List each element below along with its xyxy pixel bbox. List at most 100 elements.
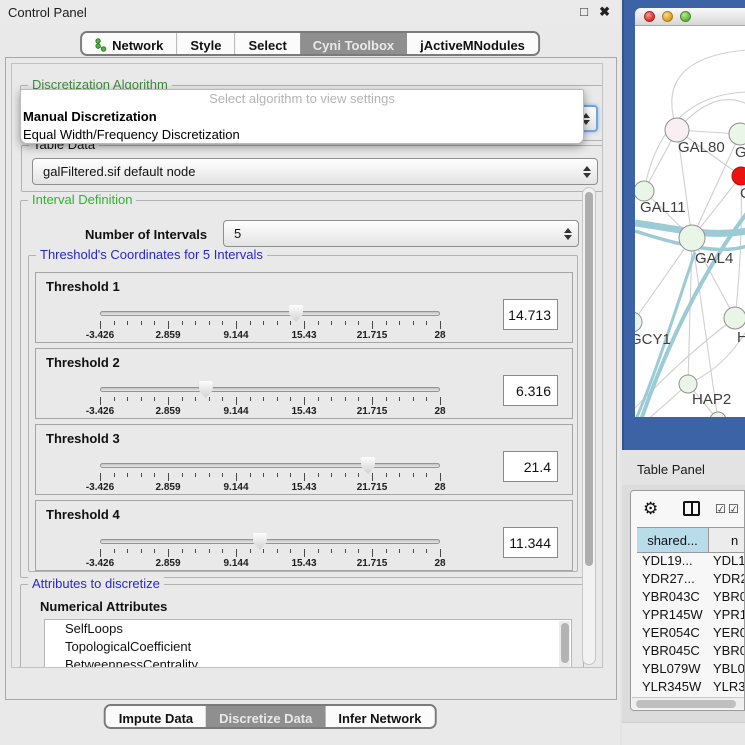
tab-discretize-data[interactable]: Discretize Data (206, 706, 325, 727)
table-row[interactable]: YBR043CYBR0 (637, 589, 745, 607)
minimize-traffic-light-icon[interactable] (662, 11, 673, 22)
threshold-3-value-field[interactable]: 21.4 (503, 451, 558, 482)
network-node-ga[interactable] (729, 123, 745, 145)
table-header-row: shared... n (637, 527, 745, 553)
close-traffic-light-icon[interactable] (644, 11, 655, 22)
cyni-toolbox-panel: Discretization Algorithm Select algorith… (5, 57, 617, 700)
table-row[interactable]: YER054CYER0 (637, 625, 745, 643)
table-cell: YLR3 (709, 679, 745, 697)
scrollbar-thumb[interactable] (561, 623, 569, 663)
settings-viewport: Discretization Algorithm Select algorith… (11, 63, 603, 668)
network-node-c[interactable] (732, 167, 745, 185)
network-node-gcy1[interactable] (635, 312, 642, 332)
threshold-3-box: Threshold 3 -3.4262.8599.14415.4321.7152… (35, 424, 573, 495)
group-legend: Interval Definition (28, 192, 136, 207)
threshold-2-slider[interactable]: -3.4262.8599.14415.4321.71528 (100, 387, 440, 418)
status-strip (622, 722, 745, 745)
spinner-arrows-icon[interactable] (558, 221, 578, 246)
attribute-item[interactable]: BetweennessCentrality (45, 656, 571, 668)
slider-thumb[interactable] (361, 457, 375, 474)
dropdown-item-equal-width-frequency[interactable]: Equal Width/Frequency Discretization (21, 126, 583, 144)
slider-track[interactable] (100, 311, 440, 316)
slider-track[interactable] (100, 539, 440, 544)
slider-ticks (100, 321, 440, 329)
table-cell: YPR1 (709, 607, 745, 625)
slider-tick-labels: -3.4262.8599.14415.4321.71528 (100, 330, 440, 342)
table-panel: ⚙ ☑ ☑ shared... n YDL19...YDL1YDR27...YD… (630, 490, 745, 711)
tab-jactivemnodules[interactable]: jActiveMNodules (407, 33, 538, 54)
slider-tick-labels: -3.4262.8599.14415.4321.71528 (100, 406, 440, 418)
slider-tick-labels: -3.4262.8599.14415.4321.71528 (100, 482, 440, 494)
dropdown-item-manual-discretization[interactable]: Manual Discretization (21, 108, 583, 126)
threshold-4-value-field[interactable]: 11.344 (503, 527, 558, 558)
network-canvas[interactable]: GAL80GACGAL11GAL4GCY1HHAP2 (635, 26, 745, 417)
network-node-gal4[interactable] (679, 225, 705, 251)
attribute-item[interactable]: TopologicalCoefficient (45, 638, 571, 656)
table-row[interactable]: YDL19...YDL1 (637, 553, 745, 571)
node-label: GCY1 (635, 331, 671, 348)
slider-thumb[interactable] (289, 305, 303, 322)
attribute-item[interactable]: SelfLoops (45, 620, 571, 638)
gear-icon[interactable]: ⚙ (643, 499, 658, 519)
threshold-label: Threshold 3 (46, 431, 120, 446)
slider-ticks (100, 473, 440, 481)
tab-cyni-toolbox[interactable]: Cyni Toolbox (300, 33, 407, 54)
table-data-combobox[interactable]: galFiltered.sif default node (32, 158, 598, 185)
table-cell: YBR043C (637, 589, 709, 607)
table-row[interactable]: YDR27...YDR2 (637, 571, 745, 589)
numerical-attributes-list[interactable]: SelfLoopsTopologicalCoefficientBetweenne… (44, 619, 572, 668)
tab-infer-network[interactable]: Infer Network (325, 706, 434, 727)
table-cell: YBL0 (709, 661, 745, 679)
threshold-2-value-field[interactable]: 6.316 (503, 375, 558, 406)
table-cell: YPR145W (637, 607, 709, 625)
slider-track[interactable] (100, 387, 440, 392)
attributes-list-scrollbar[interactable] (559, 621, 570, 668)
table-cell: YDL19... (637, 553, 709, 571)
slider-thumb[interactable] (199, 381, 213, 398)
tab-style[interactable]: Style (176, 33, 234, 54)
dropdown-prompt[interactable]: Select algorithm to view settings (21, 90, 583, 108)
node-label: GA (735, 144, 745, 161)
table-row[interactable]: YBL079WYBL0 (637, 661, 745, 679)
tab-network[interactable]: Network (82, 33, 176, 54)
scrollbar-thumb[interactable] (636, 700, 736, 708)
node-attribute-table: shared... n YDL19...YDL1YDR27...YDR2YBR0… (637, 527, 745, 711)
scrollbar-thumb[interactable] (585, 192, 593, 566)
table-row[interactable]: YLR345WYLR3 (637, 679, 745, 697)
network-node-gal11[interactable] (635, 181, 654, 201)
numerical-attributes-title: Numerical Attributes (40, 599, 167, 614)
column-header-name[interactable]: n (709, 528, 745, 552)
table-cell: YDL1 (709, 553, 745, 571)
node-label: GAL11 (640, 199, 686, 216)
num-intervals-spinner[interactable]: 5 (223, 220, 579, 247)
columns-icon[interactable] (683, 501, 700, 516)
network-node-h[interactable] (724, 307, 745, 329)
threshold-1-slider[interactable]: -3.4262.8599.14415.4321.71528 (100, 311, 440, 342)
interval-definition-group: Interval Definition Number of Intervals … (20, 200, 584, 578)
tab-select[interactable]: Select (234, 33, 299, 54)
checkbox-icon[interactable]: ☑ (715, 502, 726, 516)
threshold-4-slider[interactable]: -3.4262.8599.14415.4321.71528 (100, 539, 440, 570)
tab-label: Network (112, 38, 163, 53)
close-icon[interactable]: ✖ (599, 4, 610, 20)
top-tab-bar: Network Style Select Cyni Toolbox jActiv… (80, 31, 540, 56)
panel-vertical-scrollbar[interactable] (582, 187, 596, 665)
slider-thumb[interactable] (253, 533, 267, 550)
combo-arrows-icon[interactable] (577, 159, 597, 184)
zoom-traffic-light-icon[interactable] (680, 11, 691, 22)
float-window-icon[interactable]: □ (580, 4, 588, 19)
column-header-shared-name[interactable]: shared... (637, 528, 709, 552)
node-label: GAL80 (678, 139, 725, 156)
table-row[interactable]: YBR045CYBR0 (637, 643, 745, 661)
threshold-1-value-field[interactable]: 14.713 (503, 299, 558, 330)
threshold-3-slider[interactable]: -3.4262.8599.14415.4321.71528 (100, 463, 440, 494)
group-legend: Attributes to discretize (28, 576, 164, 591)
table-row[interactable]: YPR145WYPR1 (637, 607, 745, 625)
tab-impute-data[interactable]: Impute Data (106, 706, 206, 727)
group-legend: Threshold's Coordinates for 5 Intervals (36, 247, 267, 262)
checkbox-icon[interactable]: ☑ (728, 502, 739, 516)
threshold-label: Threshold 1 (46, 279, 120, 294)
control-panel-titlebar: Control Panel □ ✖ (0, 0, 620, 25)
table-horizontal-scrollbar[interactable] (632, 697, 745, 709)
slider-track[interactable] (100, 463, 440, 468)
